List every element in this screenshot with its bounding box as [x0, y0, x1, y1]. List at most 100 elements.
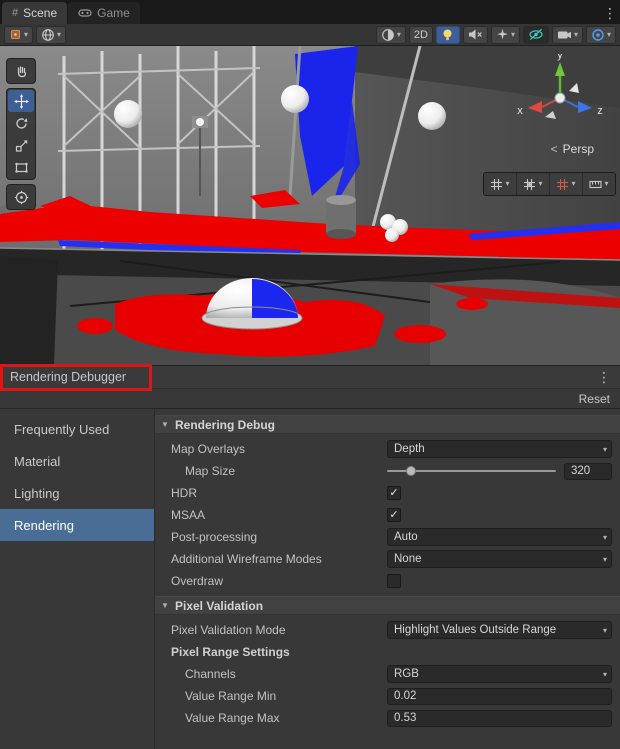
property-label: Pixel Validation Mode [155, 623, 387, 637]
scene-tools-overlay [6, 58, 36, 210]
effects-dropdown[interactable]: ▾ [491, 26, 520, 44]
chevron-down-icon: ▾ [574, 31, 578, 39]
value-range-min-field[interactable]: 0.02 [387, 688, 612, 705]
map-size-slider[interactable] [387, 464, 556, 478]
property-row-map-size: Map Size 320 [155, 460, 620, 482]
rendering-debugger-header: Rendering Debugger ⋮ [0, 365, 620, 389]
map-size-field[interactable]: 320 [564, 463, 612, 480]
2d-label: 2D [414, 29, 428, 41]
channels-dropdown[interactable]: RGB▾ [387, 665, 612, 683]
map-overlays-dropdown[interactable]: Depth▾ [387, 440, 612, 458]
view-tabbar: # Scene Game ⋮ [0, 0, 620, 24]
property-row-pixel-validation-mode: Pixel Validation ModeHighlight Values Ou… [155, 619, 620, 641]
transform-icon [14, 190, 29, 205]
rect-tool-button[interactable] [8, 156, 34, 178]
snap-increment-button[interactable]: ▾ [583, 173, 615, 195]
ruler-icon [589, 178, 602, 191]
property-row-overdraw: Overdraw✓ [155, 570, 620, 592]
scene-lighting-toggle[interactable] [436, 26, 460, 44]
chevron-down-icon: ▾ [607, 31, 611, 39]
debugger-properties: ▼Rendering DebugMap OverlaysDepth▾Map Si… [155, 409, 620, 749]
hdr-checkbox[interactable]: ✓ [387, 486, 401, 500]
projection-mode-label[interactable]: < Persp [551, 142, 594, 156]
property-label: Pixel Range Settings [155, 645, 387, 659]
post-processing-dropdown[interactable]: Auto▾ [387, 528, 612, 546]
check-icon: ✓ [389, 510, 398, 521]
move-tool-button[interactable] [8, 90, 34, 112]
sidebar-item-frequently-used[interactable]: Frequently Used [0, 413, 154, 445]
value-range-max-field[interactable]: 0.53 [387, 710, 612, 727]
move-arrows-icon [14, 94, 29, 109]
axis-y-cone[interactable] [555, 62, 565, 76]
axis-neg-cone[interactable] [545, 111, 556, 119]
axis-center[interactable] [555, 93, 565, 103]
property-row-hdr: HDR✓ [155, 482, 620, 504]
snap-grid-button[interactable]: ▾ [550, 173, 582, 195]
axis-z-cone[interactable] [578, 101, 592, 113]
snap-move-button[interactable]: ▾ [517, 173, 549, 195]
debugger-body: Frequently UsedMaterialLightingRendering… [0, 409, 620, 749]
msaa-checkbox[interactable]: ✓ [387, 508, 401, 522]
tabbar-menu-button[interactable]: ⋮ [600, 2, 620, 24]
scene-visibility-toggle[interactable] [523, 26, 549, 44]
property-row-additional-wireframe-modes: Additional Wireframe ModesNone▾ [155, 548, 620, 570]
audio-toggle[interactable] [463, 26, 488, 44]
property-label: Map Size [155, 464, 387, 478]
property-label: Value Range Min [155, 689, 387, 703]
scale-tool-button[interactable] [8, 134, 34, 156]
pixel-validation-mode-dropdown[interactable]: Highlight Values Outside Range▾ [387, 621, 612, 639]
tab-scene-label: Scene [23, 6, 57, 20]
axis-x-cone[interactable] [528, 101, 542, 113]
rect-icon [14, 160, 29, 175]
view-tool-button[interactable] [8, 60, 34, 82]
2d-toggle-button[interactable]: 2D [409, 26, 433, 44]
axis-neg-cone[interactable] [569, 83, 579, 93]
property-label: MSAA [155, 508, 387, 522]
chevron-down-icon: ▾ [603, 626, 607, 635]
gizmos-dropdown[interactable]: ▾ [586, 26, 616, 44]
property-label: Value Range Max [155, 711, 387, 725]
additional-wireframe-modes-dropdown[interactable]: None▾ [387, 550, 612, 568]
tab-scene[interactable]: # Scene [2, 2, 67, 24]
property-label: Post-processing [155, 530, 387, 544]
section-header-rendering-debug[interactable]: ▼Rendering Debug [155, 415, 620, 434]
handle-orientation-dropdown[interactable]: ▾ [36, 26, 66, 44]
sidebar-item-lighting[interactable]: Lighting [0, 477, 154, 509]
grid-icon [490, 178, 503, 191]
grid-visibility-button[interactable]: ▾ [484, 173, 516, 195]
property-row-post-processing: Post-processingAuto▾ [155, 526, 620, 548]
shading-mode-dropdown[interactable]: ▾ [376, 26, 406, 44]
chevron-down-icon: ▾ [603, 533, 607, 542]
active-tool-dropdown[interactable]: ▾ [4, 26, 33, 44]
reset-button[interactable]: Reset [575, 392, 614, 406]
tab-game[interactable]: Game [68, 2, 140, 24]
gizmo-target-icon [591, 28, 605, 42]
debugger-menu-button[interactable]: ⋮ [594, 366, 614, 388]
overdraw-checkbox[interactable]: ✓ [387, 574, 401, 588]
rotate-tool-button[interactable] [8, 112, 34, 134]
chevron-down-icon: ▾ [511, 31, 515, 39]
slider-thumb[interactable] [406, 466, 416, 476]
sidebar-item-rendering[interactable]: Rendering [0, 509, 154, 541]
property-label: HDR [155, 486, 387, 500]
grid-red-icon [556, 178, 569, 191]
camera-settings-dropdown[interactable]: ▾ [552, 26, 583, 44]
grid-dot-icon [523, 178, 536, 191]
property-row-msaa: MSAA✓ [155, 504, 620, 526]
scene-viewport[interactable]: x y z < Persp ▾ ▾ [0, 46, 620, 365]
scene-tab-icon: # [12, 7, 18, 19]
sidebar-item-material[interactable]: Material [0, 445, 154, 477]
check-icon: ✓ [389, 488, 398, 499]
transform-tool-button[interactable] [8, 186, 34, 208]
scene-axis-gizmo[interactable]: x y z [510, 54, 606, 138]
scene-view-toolbar: ▾ ▾ ▾ 2D [0, 24, 620, 46]
hand-icon [14, 64, 29, 79]
property-row-pixel-range-settings: Pixel Range Settings [155, 641, 620, 663]
chevron-down-icon: ▾ [571, 180, 575, 188]
chevron-down-icon: ▾ [57, 31, 61, 39]
chevron-down-icon: ▾ [538, 180, 542, 188]
section-header-pixel-validation[interactable]: ▼Pixel Validation [155, 596, 620, 615]
axis-z-label: z [597, 105, 603, 117]
shaded-sphere-icon [381, 28, 395, 42]
eye-slash-icon [528, 28, 544, 41]
